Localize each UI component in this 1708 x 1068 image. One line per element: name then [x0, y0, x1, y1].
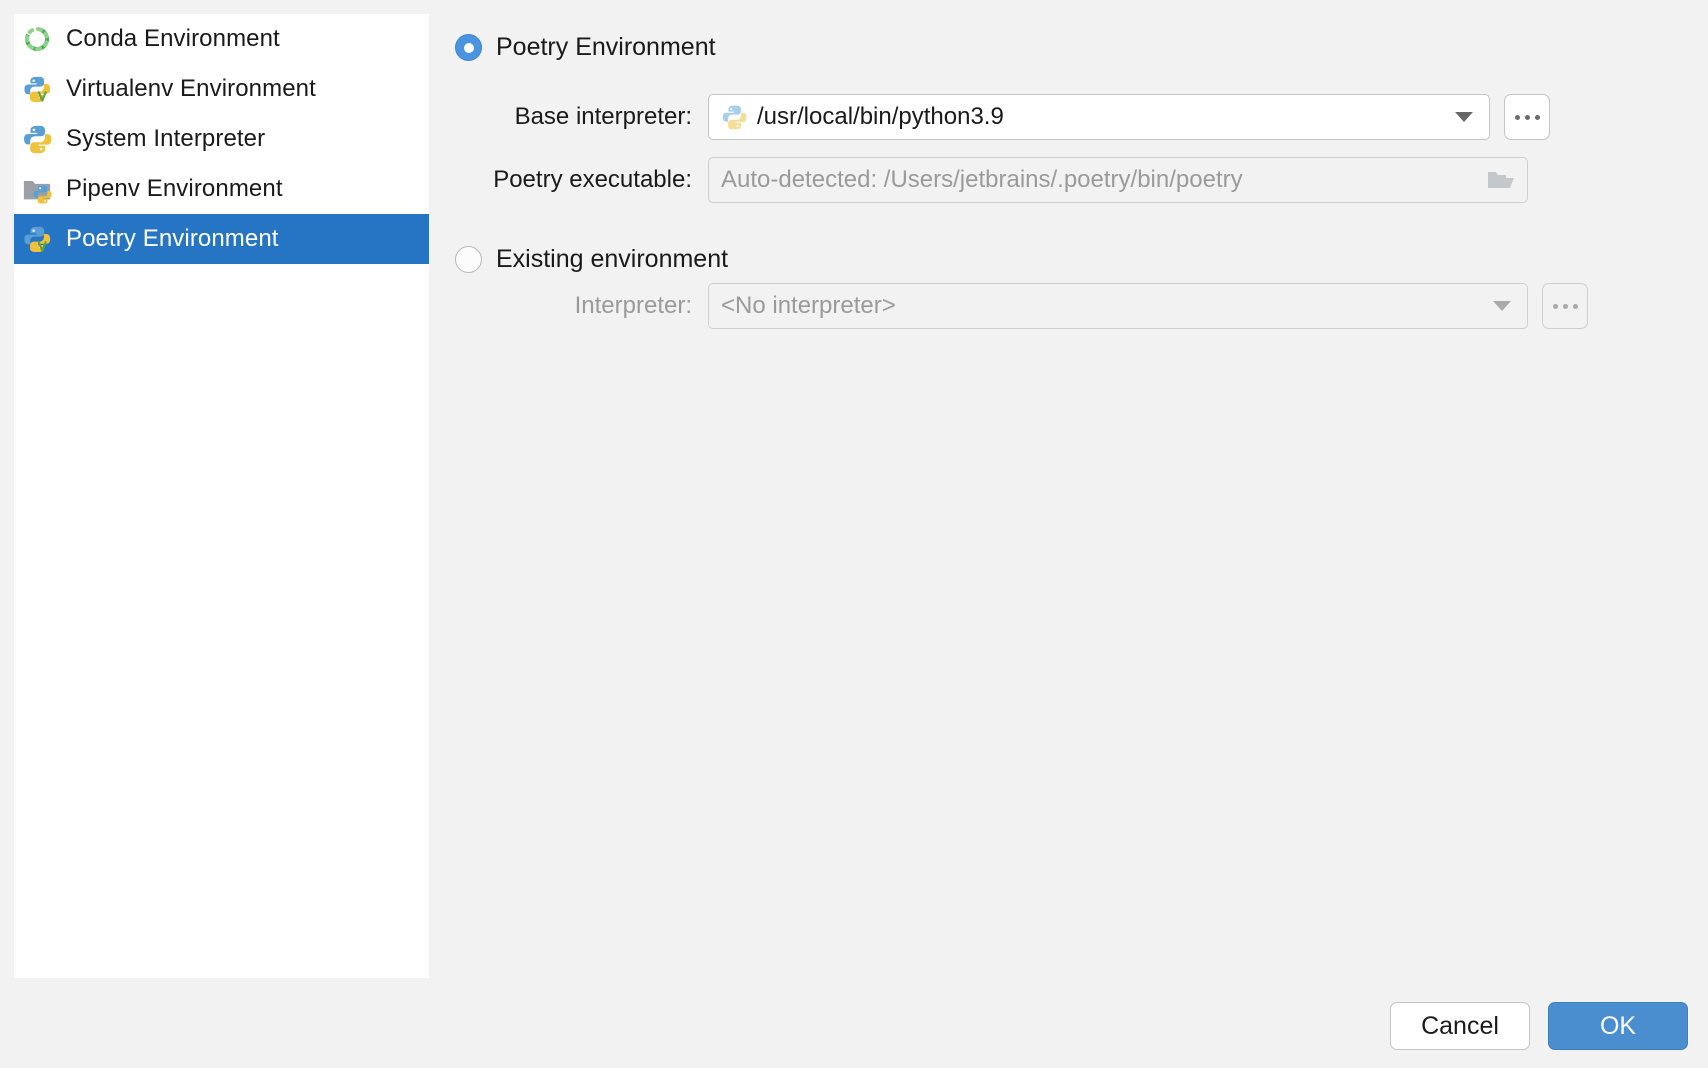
interpreter-combobox[interactable]: <No interpreter> — [708, 283, 1528, 329]
interpreter-row: Interpreter: <No interpreter> — [455, 283, 1588, 329]
radio-poetry-environment-label: Poetry Environment — [496, 33, 716, 61]
base-interpreter-value: /usr/local/bin/python3.9 — [757, 103, 1004, 130]
cancel-button[interactable]: Cancel — [1390, 1002, 1530, 1050]
radio-existing-environment-label: Existing environment — [496, 245, 729, 273]
poetry-icon — [22, 224, 52, 254]
dot — [1552, 303, 1558, 309]
radio-existing-environment[interactable]: Existing environment — [455, 245, 728, 274]
dot — [1524, 114, 1530, 120]
dialog-buttons: Cancel OK — [1390, 1002, 1688, 1050]
ok-button[interactable]: OK — [1548, 1002, 1688, 1050]
radio-indicator-unselected[interactable] — [455, 246, 482, 273]
poetry-executable-row: Poetry executable: Auto-detected: /Users… — [455, 157, 1528, 203]
sidebar-item-system-interpreter[interactable]: System Interpreter — [14, 114, 429, 164]
sidebar-item-label: Poetry Environment — [66, 225, 279, 252]
poetry-executable-label: Poetry executable: — [493, 166, 692, 193]
interpreter-browse-button[interactable] — [1542, 283, 1588, 329]
folder-icon[interactable] — [1487, 168, 1515, 192]
radio-poetry-environment[interactable]: Poetry Environment — [455, 33, 716, 62]
dot — [1514, 114, 1520, 120]
dot — [1562, 303, 1568, 309]
chevron-down-icon[interactable] — [1493, 301, 1511, 311]
virtualenv-icon — [22, 74, 52, 104]
base-interpreter-row: Base interpreter: /usr/local/bin/python3… — [455, 94, 1550, 140]
sidebar-item-label: Virtualenv Environment — [66, 75, 316, 102]
python-icon — [721, 104, 747, 130]
sidebar-item-label: Pipenv Environment — [66, 175, 283, 202]
sidebar-item-conda-environment[interactable]: Conda Environment — [14, 14, 429, 64]
interpreter-value: <No interpreter> — [721, 292, 896, 319]
environment-settings-panel: Poetry Environment Base interpreter: /us… — [455, 0, 1708, 1068]
poetry-executable-field[interactable]: Auto-detected: /Users/jetbrains/.poetry/… — [708, 157, 1528, 203]
sidebar-item-label: System Interpreter — [66, 125, 266, 152]
base-interpreter-combobox[interactable]: /usr/local/bin/python3.9 — [708, 94, 1490, 140]
environment-type-list[interactable]: Conda Environment Virtualenv Environment — [14, 14, 429, 978]
add-python-interpreter-dialog: Conda Environment Virtualenv Environment — [0, 0, 1708, 1068]
base-interpreter-browse-button[interactable] — [1504, 94, 1550, 140]
interpreter-label: Interpreter: — [574, 292, 692, 319]
sidebar-item-poetry-environment[interactable]: Poetry Environment — [14, 214, 429, 264]
poetry-executable-placeholder: Auto-detected: /Users/jetbrains/.poetry/… — [721, 166, 1243, 193]
dot — [1534, 114, 1540, 120]
radio-indicator-selected[interactable] — [455, 34, 482, 61]
chevron-down-icon[interactable] — [1455, 112, 1473, 122]
pipenv-icon — [22, 174, 52, 204]
base-interpreter-label: Base interpreter: — [514, 103, 692, 130]
dot — [1572, 303, 1578, 309]
python-icon — [22, 124, 52, 154]
sidebar-item-virtualenv-environment[interactable]: Virtualenv Environment — [14, 64, 429, 114]
sidebar-item-pipenv-environment[interactable]: Pipenv Environment — [14, 164, 429, 214]
conda-icon — [22, 24, 52, 54]
sidebar-item-label: Conda Environment — [66, 25, 280, 52]
